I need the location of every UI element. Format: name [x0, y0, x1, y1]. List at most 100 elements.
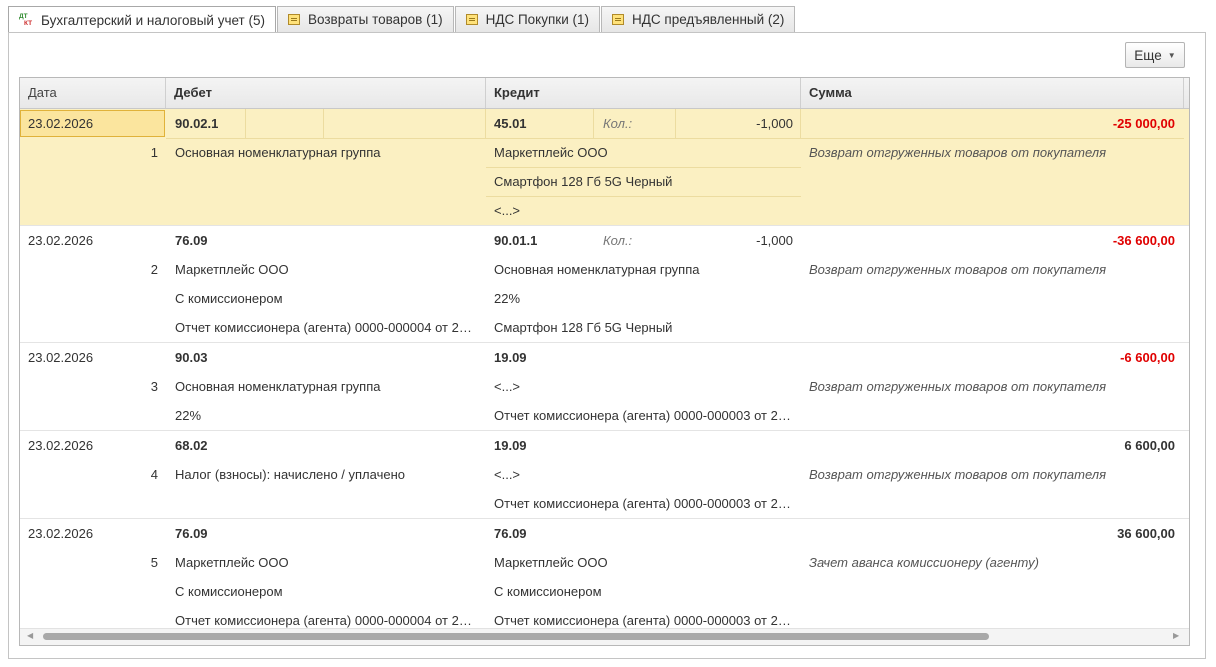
amount-cell: -36 600,00	[1112, 233, 1175, 248]
content-cell: Зачет аванса комиссионеру (агенту)	[809, 555, 1039, 570]
entry-sub-line: 3 Возврат отгруженных товаров от покупате…	[20, 372, 1189, 401]
credit-account: 19.09	[494, 350, 527, 365]
credit-subconto: <...>	[494, 203, 521, 218]
entry-number: 5	[150, 555, 158, 570]
entry-sub-line: 5 Зачет аванса комиссионеру (агенту) Марке…	[20, 548, 1189, 577]
table-row[interactable]: 23.02.2026 76.09 90.01.1 Кол.: -1,000 -36 600…	[20, 226, 1189, 343]
entry-number: 3	[150, 379, 158, 394]
entry-sub-line: 1 Возврат отгруженных товаров от покупате…	[20, 138, 1189, 167]
entry-number: 2	[150, 262, 158, 277]
table-row[interactable]: 23.02.2026 90.02.1 45.01 Кол.: -1,000 -25 000…	[20, 109, 1189, 226]
entry-number: 1	[150, 145, 158, 160]
debit-subconto: Маркетплейс ООО	[175, 555, 289, 570]
tab-vat-presented[interactable]: НДС предъявленный (2)	[601, 6, 796, 32]
entry-sub-line: 22% Отчет комиссионера (агента) 0000-0000…	[20, 401, 1189, 430]
entry-number: 4	[150, 467, 158, 482]
credit-subconto: Отчет комиссионера (агента) 0000-000003 …	[494, 408, 794, 423]
qty-label: Кол.:	[603, 233, 633, 248]
credit-account: 45.01	[494, 116, 527, 131]
credit-subconto: Маркетплейс ООО	[494, 145, 608, 160]
debit-account: 76.09	[175, 233, 208, 248]
amount-cell: 6 600,00	[1124, 438, 1175, 453]
credit-subconto: Основная номенклатурная группа	[494, 262, 700, 277]
entry-sub-line: 2 Возврат отгруженных товаров от покупате…	[20, 255, 1189, 284]
content-cell: Возврат отгруженных товаров от покупател…	[809, 145, 1107, 160]
table-row[interactable]: 23.02.2026 76.09 76.09 36 600,00 5 Зачет аван…	[20, 519, 1189, 636]
column-header-sum[interactable]: Сумма	[801, 78, 1184, 108]
credit-subconto: С комиссионером	[494, 584, 602, 599]
amount-cell: -25 000,00	[1112, 116, 1175, 131]
debit-subconto: Основная номенклатурная группа	[175, 379, 381, 394]
debit-subconto: Отчет комиссионера (агента) 0000-000004 …	[175, 320, 478, 335]
tab-label: НДС Покупки (1)	[485, 12, 589, 27]
qty-value: -1,000	[756, 116, 793, 131]
debit-subconto: Налог (взносы): начислено / уплачено	[175, 467, 405, 482]
content-cell: Возврат отгруженных товаров от покупател…	[809, 379, 1107, 394]
tab-label: Возвраты товаров (1)	[307, 12, 443, 27]
qty-label: Кол.:	[603, 116, 633, 131]
credit-account: 90.01.1	[494, 233, 538, 248]
table-row[interactable]: 23.02.2026 90.03 19.09 -6 600,00 3 Возврат от…	[20, 343, 1189, 431]
credit-subconto: 22%	[494, 291, 521, 306]
credit-subconto: Смартфон 128 Гб 5G Черный	[494, 320, 673, 335]
credit-subconto: <...>	[494, 467, 521, 482]
column-header-date[interactable]: Дата	[20, 78, 166, 108]
entry-sub-line: С комиссионером 22%	[20, 284, 1189, 313]
entry-sub-line: 4 Возврат отгруженных товаров от покупате…	[20, 460, 1189, 489]
debit-account: 90.03	[175, 350, 208, 365]
more-button-label: Еще	[1134, 47, 1162, 63]
debit-subconto: Маркетплейс ООО	[175, 262, 289, 277]
debit-subconto: С комиссионером	[175, 291, 283, 306]
entry-main-line: 23.02.2026 68.02 19.09 6 600,00	[20, 431, 1189, 460]
entries-table[interactable]: Дата Дебет Кредит Сумма 23.02.2026 90.02.…	[19, 77, 1190, 646]
credit-subconto: Отчет комиссионера (агента) 0000-000003 …	[494, 496, 794, 511]
document-icon	[465, 14, 478, 25]
tab-label: НДС предъявленный (2)	[632, 12, 785, 27]
more-button[interactable]: Еще ▼	[1125, 42, 1185, 68]
content-cell: Возврат отгруженных товаров от покупател…	[809, 467, 1107, 482]
amount-cell: -6 600,00	[1120, 350, 1175, 365]
table-header: Дата Дебет Кредит Сумма	[20, 78, 1189, 109]
document-icon	[612, 14, 624, 25]
horizontal-scrollbar[interactable]: ◀ ▶	[20, 628, 1189, 645]
document-icon	[287, 14, 300, 25]
entry-sub-line: <...>	[20, 196, 1189, 225]
tab-vat-purchases[interactable]: НДС Покупки (1)	[454, 6, 600, 32]
credit-subconto: Смартфон 128 Гб 5G Черный	[494, 174, 673, 189]
credit-subconto: Маркетплейс ООО	[494, 555, 608, 570]
column-header-credit[interactable]: Кредит	[486, 78, 801, 108]
entry-main-line: 23.02.2026 90.02.1 45.01 Кол.: -1,000 -25 000…	[20, 109, 1189, 138]
debit-account: 76.09	[175, 526, 208, 541]
tab-returns[interactable]: Возвраты товаров (1)	[276, 6, 454, 32]
scrollbar-thumb[interactable]	[43, 633, 989, 640]
debit-subconto: С комиссионером	[175, 584, 283, 599]
debit-subconto: Основная номенклатурная группа	[175, 145, 381, 160]
date-cell: 23.02.2026	[28, 438, 94, 453]
date-cell: 23.02.2026	[28, 350, 94, 365]
amount-cell: 36 600,00	[1117, 526, 1175, 541]
chevron-down-icon: ▼	[1167, 50, 1176, 60]
tab-label: Бухгалтерский и налоговый учет (5)	[41, 12, 265, 28]
table-body: 23.02.2026 90.02.1 45.01 Кол.: -1,000 -25 000…	[20, 109, 1189, 636]
entry-sub-line: Смартфон 128 Гб 5G Черный	[20, 167, 1189, 196]
entry-main-line: 23.02.2026 76.09 90.01.1 Кол.: -1,000 -36 600…	[20, 226, 1189, 255]
tab-accounting[interactable]: ДТ КТ Бухгалтерский и налоговый учет (5)	[8, 6, 276, 33]
entry-main-line: 23.02.2026 76.09 76.09 36 600,00	[20, 519, 1189, 548]
date-cell: 23.02.2026	[28, 116, 94, 131]
scroll-left-icon[interactable]: ◀	[27, 631, 33, 640]
scroll-right-icon[interactable]: ▶	[1173, 631, 1179, 640]
date-cell: 23.02.2026	[28, 233, 94, 248]
table-row[interactable]: 23.02.2026 68.02 19.09 6 600,00 4 Возврат отг…	[20, 431, 1189, 519]
tab-bar: ДТ КТ Бухгалтерский и налоговый учет (5) …	[8, 6, 796, 33]
entry-sub-line: С комиссионером С комиссионером	[20, 577, 1189, 606]
debit-account: 90.02.1	[175, 116, 219, 131]
entry-sub-line: Отчет комиссионера (агента) 0000-000003 …	[20, 489, 1189, 518]
content-cell: Возврат отгруженных товаров от покупател…	[809, 262, 1107, 277]
column-header-debit[interactable]: Дебет	[166, 78, 486, 108]
credit-subconto: <...>	[494, 379, 521, 394]
dt-kt-icon: ДТ КТ	[19, 13, 33, 27]
debit-subconto: 22%	[175, 408, 202, 423]
credit-account: 76.09	[494, 526, 527, 541]
debit-account: 68.02	[175, 438, 208, 453]
qty-value: -1,000	[756, 233, 793, 248]
